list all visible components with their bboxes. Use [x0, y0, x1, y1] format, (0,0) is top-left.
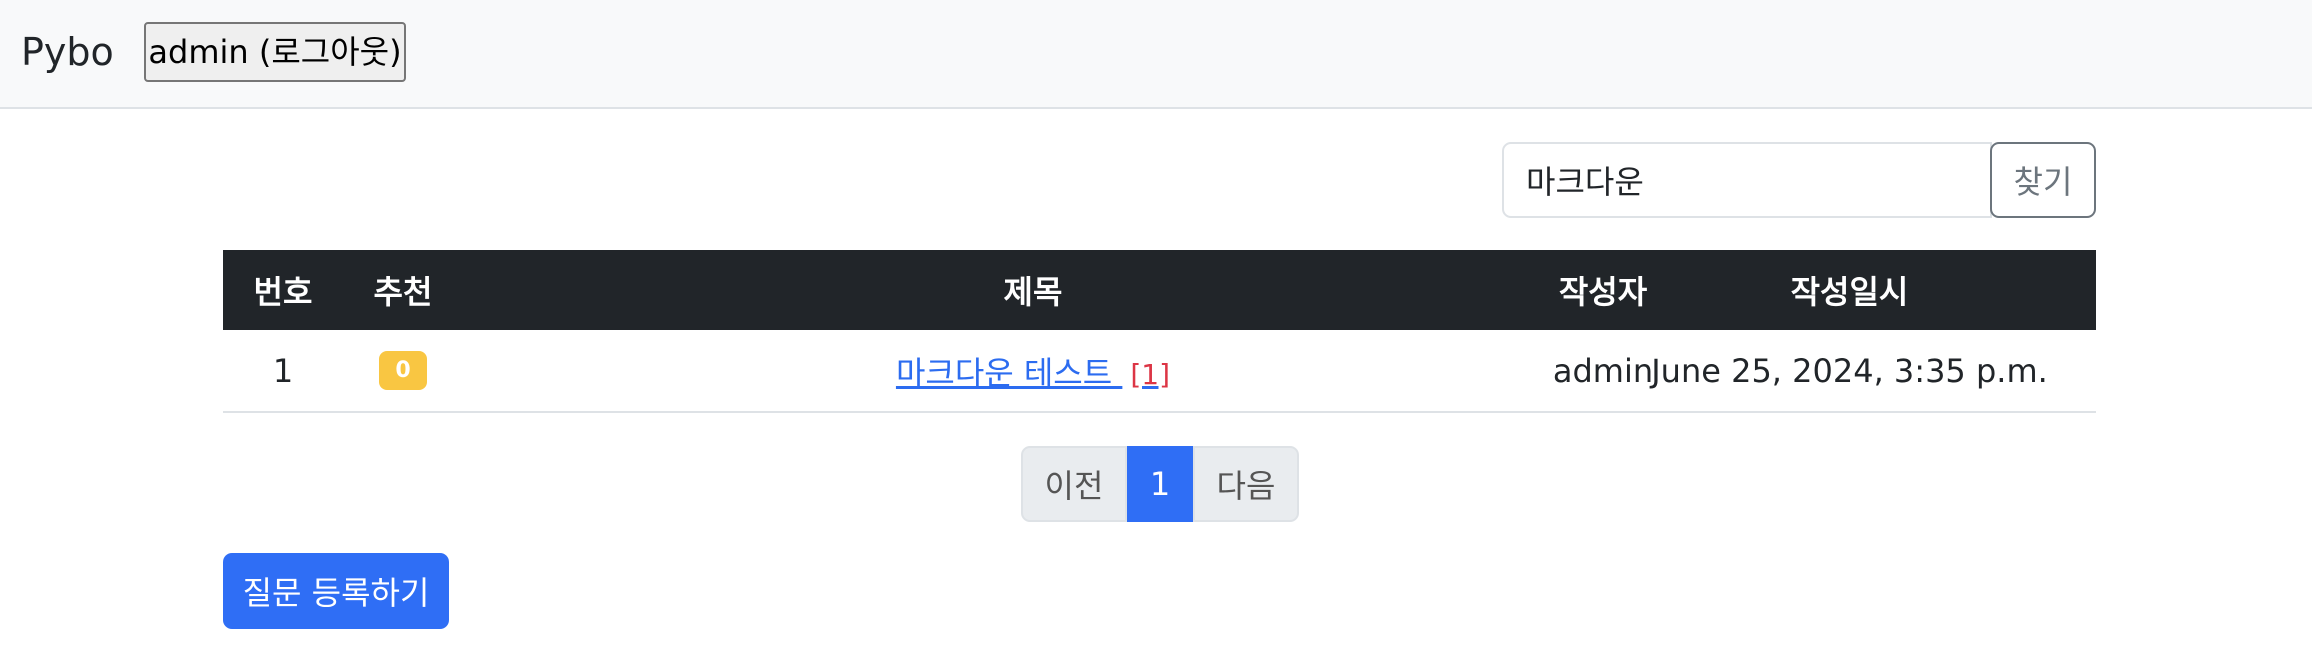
recommend-badge: 0 — [379, 351, 427, 390]
header-number: 번호 — [253, 273, 313, 311]
search-button[interactable]: 찾기 — [1990, 142, 2096, 218]
row-date: June 25, 2024, 3:35 p.m. — [1651, 351, 2048, 390]
search-input[interactable] — [1502, 142, 1992, 218]
header-date: 작성일시 — [1790, 273, 1909, 311]
navbar: Pybo admin (로그아웃) — [0, 0, 2312, 109]
question-table: 번호 추천 제목 작성자 작성일시 1 0 마크다운 테스트 [1] admin… — [223, 250, 2096, 413]
brand-link[interactable]: Pybo — [21, 26, 114, 78]
row-number: 1 — [272, 351, 294, 390]
table-row: 1 0 마크다운 테스트 [1] admin June 25, 2024, 3:… — [223, 330, 2096, 413]
search-group: 찾기 — [1502, 142, 2096, 218]
question-title-text: 마크다운 테스트 — [895, 353, 1123, 392]
page-next-button[interactable]: 다음 — [1193, 446, 1299, 522]
pagination: 이전 1 다음 — [1021, 446, 1299, 522]
question-title-link[interactable]: 마크다운 테스트 [1] — [896, 348, 1170, 394]
page-current-button[interactable]: 1 — [1127, 446, 1193, 522]
page-prev-button[interactable]: 이전 — [1021, 446, 1127, 522]
header-recommend: 추천 — [373, 273, 433, 311]
table-header: 번호 추천 제목 작성자 작성일시 — [223, 250, 2096, 330]
answer-count: [1] — [1130, 357, 1171, 391]
create-question-button[interactable]: 질문 등록하기 — [223, 553, 449, 629]
logout-button[interactable]: admin (로그아웃) — [144, 22, 406, 82]
recommend-cell: 0 — [343, 330, 463, 411]
